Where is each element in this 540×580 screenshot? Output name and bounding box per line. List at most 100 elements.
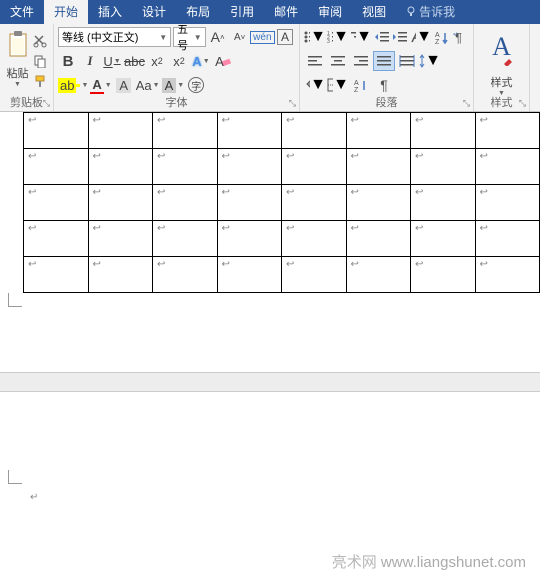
copy-button[interactable] <box>31 52 49 70</box>
format-painter-button[interactable] <box>31 72 49 90</box>
table-cell[interactable]: ↩ <box>346 221 411 257</box>
text-effects-button[interactable]: A▼ <box>191 51 211 71</box>
bullets-button[interactable]: ▼ <box>304 27 326 47</box>
table-cell[interactable]: ↩ <box>153 185 218 221</box>
table-cell[interactable]: ↩ <box>282 221 347 257</box>
table-cell[interactable]: ↩ <box>346 149 411 185</box>
table-cell[interactable]: ↩ <box>24 257 89 293</box>
font-launcher[interactable]: ⤡ <box>289 98 296 109</box>
table-cell[interactable]: ↩ <box>153 221 218 257</box>
styles-button[interactable]: A 样式 ▼ <box>489 32 515 97</box>
align-right-button[interactable] <box>350 51 372 71</box>
table-cell[interactable]: ↩ <box>24 185 89 221</box>
table-cell[interactable]: ↩ <box>153 149 218 185</box>
cut-button[interactable] <box>31 32 49 50</box>
styles-launcher[interactable]: ⤡ <box>519 98 526 109</box>
tab-references[interactable]: 引用 <box>220 0 264 24</box>
tab-file[interactable]: 文件 <box>0 0 44 24</box>
align-center-button[interactable] <box>327 51 349 71</box>
tab-design[interactable]: 设计 <box>132 0 176 24</box>
table-cell[interactable]: ↩ <box>88 113 153 149</box>
tab-home[interactable]: 开始 <box>44 0 88 24</box>
asian-sort-button[interactable]: AZ <box>350 75 372 95</box>
tab-tell-me[interactable]: 告诉我 <box>396 0 465 24</box>
increase-indent-button[interactable] <box>392 27 410 47</box>
tab-view[interactable]: 视图 <box>352 0 396 24</box>
table-cell[interactable]: ↩ <box>24 221 89 257</box>
shrink-font-button[interactable]: A˅ <box>230 27 250 47</box>
numbering-button[interactable]: 123▼ <box>327 27 349 47</box>
tab-insert[interactable]: 插入 <box>88 0 132 24</box>
phonetic-guide-button[interactable]: wén <box>252 27 273 47</box>
char-border-button[interactable]: A <box>275 27 295 47</box>
table-cell[interactable]: ↩ <box>411 221 476 257</box>
char-shading-button[interactable]: A <box>114 75 134 95</box>
grow-font-button[interactable]: A˄ <box>208 27 228 47</box>
table-cell[interactable]: ↩ <box>217 185 282 221</box>
table-cell[interactable]: ↩ <box>217 113 282 149</box>
table-cell[interactable]: ↩ <box>282 113 347 149</box>
table-cell[interactable]: ↩ <box>217 221 282 257</box>
superscript-button[interactable]: x2 <box>169 51 189 71</box>
char-scale-button[interactable]: A▼ <box>162 75 185 95</box>
underline-button[interactable]: U▼ <box>102 51 122 71</box>
line-spacing-button[interactable]: ▼ <box>419 51 441 71</box>
highlight-button[interactable]: ab▼ <box>58 75 88 95</box>
italic-button[interactable]: I <box>80 51 100 71</box>
bold-button[interactable]: B <box>58 51 78 71</box>
document-table[interactable]: ↩↩↩↩↩↩↩↩↩↩↩↩↩↩↩↩↩↩↩↩↩↩↩↩↩↩↩↩↩↩↩↩↩↩↩↩↩↩↩↩ <box>23 112 540 293</box>
svg-text:2: 2 <box>327 35 330 41</box>
table-cell[interactable]: ↩ <box>475 257 540 293</box>
decrease-indent-button[interactable] <box>373 27 391 47</box>
table-cell[interactable]: ↩ <box>217 257 282 293</box>
document-area[interactable]: ↩↩↩↩↩↩↩↩↩↩↩↩↩↩↩↩↩↩↩↩↩↩↩↩↩↩↩↩↩↩↩↩↩↩↩↩↩↩↩↩ <box>0 112 540 312</box>
table-cell[interactable]: ↩ <box>153 257 218 293</box>
table-cell[interactable]: ↩ <box>24 113 89 149</box>
table-cell[interactable]: ↩ <box>475 113 540 149</box>
table-cell[interactable]: ↩ <box>88 149 153 185</box>
table-cell[interactable]: ↩ <box>475 149 540 185</box>
table-cell[interactable]: ↩ <box>153 113 218 149</box>
font-size-combo[interactable]: 五号▼ <box>173 27 206 47</box>
clear-format-button[interactable]: A <box>213 51 233 71</box>
table-cell[interactable]: ↩ <box>346 257 411 293</box>
table-cell[interactable]: ↩ <box>24 149 89 185</box>
table-cell[interactable]: ↩ <box>88 221 153 257</box>
borders-button[interactable]: ▼ <box>327 75 349 95</box>
table-cell[interactable]: ↩ <box>346 113 411 149</box>
table-cell[interactable]: ↩ <box>411 149 476 185</box>
enclose-char-button[interactable]: 字 <box>186 75 206 95</box>
change-case-button[interactable]: Aa▼ <box>136 75 160 95</box>
clipboard-launcher[interactable]: ⤡ <box>43 98 50 109</box>
sort-button[interactable]: AZ <box>433 27 451 47</box>
table-cell[interactable]: ↩ <box>282 257 347 293</box>
align-left-button[interactable] <box>304 51 326 71</box>
font-name-combo[interactable]: 等线 (中文正文)▼ <box>58 27 171 47</box>
table-cell[interactable]: ↩ <box>475 221 540 257</box>
table-cell[interactable]: ↩ <box>411 113 476 149</box>
multilevel-button[interactable]: ▼ <box>350 27 372 47</box>
table-cell[interactable]: ↩ <box>475 185 540 221</box>
table-cell[interactable]: ↩ <box>282 149 347 185</box>
shading-button[interactable]: ▼ <box>304 75 326 95</box>
paragraph-launcher[interactable]: ⤡ <box>463 98 470 109</box>
table-cell[interactable]: ↩ <box>217 149 282 185</box>
page-2[interactable]: ↵ <box>0 392 540 492</box>
tab-review[interactable]: 审阅 <box>308 0 352 24</box>
table-cell[interactable]: ↩ <box>88 185 153 221</box>
show-marks-button[interactable]: ¶↵ <box>452 27 470 47</box>
show-all-button[interactable]: ¶ <box>373 75 395 95</box>
table-cell[interactable]: ↩ <box>346 185 411 221</box>
subscript-button[interactable]: x2 <box>147 51 167 71</box>
table-cell[interactable]: ↩ <box>282 185 347 221</box>
strikethrough-button[interactable]: abc <box>124 51 145 71</box>
distribute-button[interactable] <box>396 51 418 71</box>
font-color-button[interactable]: A▼ <box>90 75 111 95</box>
table-cell[interactable]: ↩ <box>88 257 153 293</box>
paste-button[interactable]: 粘贴 ▼ <box>4 26 31 90</box>
align-justify-button[interactable] <box>373 51 395 71</box>
table-cell[interactable]: ↩ <box>411 185 476 221</box>
asian-layout-button[interactable]: ▼ <box>410 27 432 47</box>
tab-mailings[interactable]: 邮件 <box>264 0 308 24</box>
table-cell[interactable]: ↩ <box>411 257 476 293</box>
